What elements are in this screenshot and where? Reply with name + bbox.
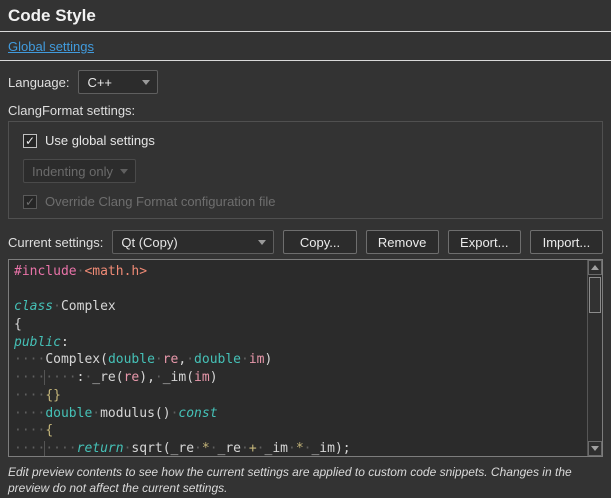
current-settings-select[interactable]: Qt (Copy) [112, 230, 274, 254]
code-line: ····{ [14, 422, 582, 440]
language-label: Language: [8, 75, 69, 90]
use-global-settings-label: Use global settings [45, 133, 155, 148]
page-title: Code Style [8, 6, 603, 26]
import-button[interactable]: Import... [530, 230, 603, 254]
use-global-settings-checkbox[interactable]: ✓ [23, 134, 37, 148]
code-line: ········:·_re(re),·_im(im) [14, 369, 582, 387]
link-separator [0, 60, 611, 61]
global-settings-link[interactable]: Global settings [8, 39, 94, 54]
code-line: ····Complex(double·re,·double·im) [14, 351, 582, 369]
indenting-mode-select: Indenting only [23, 159, 136, 183]
language-select[interactable]: C++ [78, 70, 158, 94]
code-line [14, 281, 582, 299]
triangle-up-icon [591, 265, 599, 270]
clangformat-groupbox: ✓ Use global settings Indenting only ✓ O… [8, 121, 603, 219]
code-line: ····{} [14, 387, 582, 405]
clangformat-section-label: ClangFormat settings: [8, 103, 603, 118]
current-settings-label: Current settings: [8, 235, 103, 250]
global-settings-row: Global settings [8, 38, 603, 56]
scroll-down-button[interactable] [588, 441, 602, 456]
use-global-settings-checkbox-row: ✓ Use global settings [23, 133, 588, 148]
indenting-mode-selected-value: Indenting only [32, 164, 113, 179]
spacer [23, 183, 588, 194]
chevron-down-icon [258, 240, 266, 245]
code-line: #include·<math.h> [14, 263, 582, 281]
current-settings-row: Current settings: Qt (Copy) Copy... Remo… [8, 230, 603, 254]
export-button[interactable]: Export... [448, 230, 521, 254]
code-preview-editor[interactable]: #include·<math.h> class·Complex{public:·… [8, 259, 603, 457]
override-clangformat-checkbox-row: ✓ Override Clang Format configuration fi… [23, 194, 588, 209]
override-clangformat-checkbox: ✓ [23, 195, 37, 209]
language-selected-value: C++ [87, 75, 112, 90]
code-line: class·Complex [14, 298, 582, 316]
remove-button[interactable]: Remove [366, 230, 439, 254]
code-area: #include·<math.h> class·Complex{public:·… [9, 260, 602, 457]
code-line: ········return·sqrt(_re·*·_re·+·_im·*·_i… [14, 440, 582, 457]
editor-scrollbar[interactable] [587, 260, 602, 456]
current-settings-selected-value: Qt (Copy) [121, 235, 177, 250]
spacer [23, 148, 588, 159]
triangle-down-icon [591, 446, 599, 451]
footnote-text: Edit preview contents to see how the cur… [8, 464, 603, 496]
title-separator [0, 31, 611, 32]
language-row: Language: C++ [8, 70, 603, 94]
code-line: ····double·modulus()·const [14, 405, 582, 423]
copy-button[interactable]: Copy... [283, 230, 356, 254]
chevron-down-icon [142, 80, 150, 85]
code-style-settings-page: Code Style Global settings Language: C++… [0, 0, 611, 498]
override-clangformat-label: Override Clang Format configuration file [45, 194, 276, 209]
scrollbar-thumb[interactable] [589, 277, 601, 313]
code-line: { [14, 316, 582, 334]
code-line: public: [14, 334, 582, 352]
chevron-down-icon [120, 169, 128, 174]
scroll-up-button[interactable] [588, 260, 602, 275]
